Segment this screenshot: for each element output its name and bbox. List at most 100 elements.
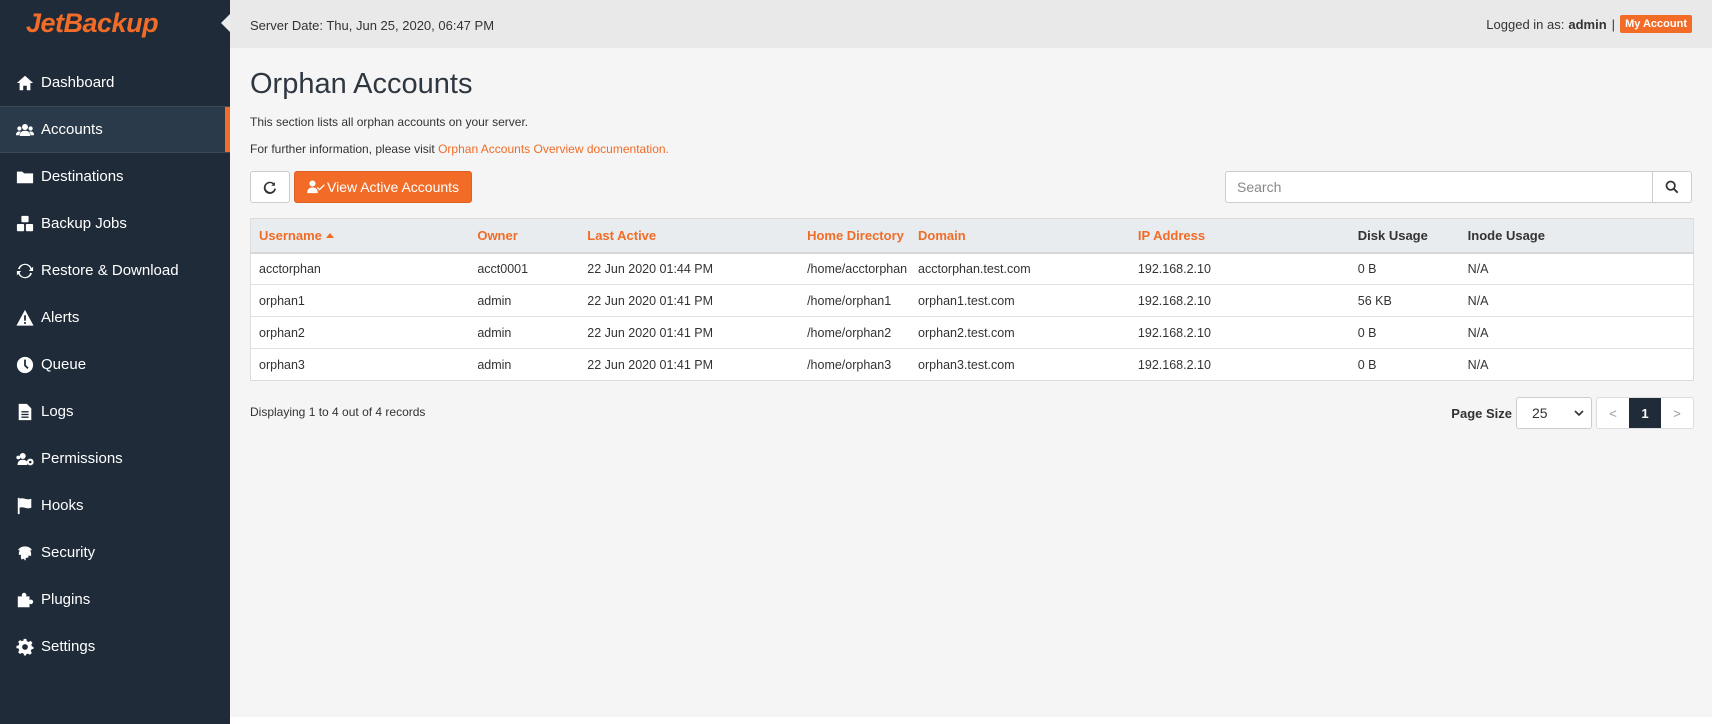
cell-last-active: 22 Jun 2020 01:41 PM [579, 348, 800, 381]
cell-ip-address: 192.168.2.10 [1129, 316, 1350, 349]
cell-last-active: 22 Jun 2020 01:41 PM [579, 284, 800, 317]
sidebar-item-label: Hooks [41, 497, 84, 514]
column-header-last-active[interactable]: Last Active [579, 219, 799, 253]
sidebar-collapse-arrow-icon[interactable] [221, 14, 230, 32]
sidebar-item-label: Restore & Download [41, 262, 179, 279]
sidebar-item-settings[interactable]: Settings [0, 623, 230, 670]
table-row[interactable]: orphan3 admin 22 Jun 2020 01:41 PM /home… [250, 348, 1694, 381]
cell-disk-usage: 56 KB [1349, 284, 1460, 317]
table-row[interactable]: orphan1 admin 22 Jun 2020 01:41 PM /home… [250, 284, 1694, 317]
app-root: JetBackup Dashboard Accounts Destination… [0, 0, 1712, 724]
page-body: Orphan Accounts This section lists all o… [230, 48, 1712, 429]
gear-icon [15, 637, 35, 657]
search-button[interactable] [1653, 171, 1692, 203]
sidebar-item-queue[interactable]: Queue [0, 341, 230, 388]
records-count: Displaying 1 to 4 out of 4 records [250, 405, 426, 419]
search-box [1225, 171, 1692, 203]
sidebar-item-label: Alerts [41, 309, 80, 326]
cell-home-directory: /home/orphan2 [799, 316, 911, 349]
toolbar-left: View Active Accounts [250, 171, 473, 203]
cell-home-directory: /home/orphan3 [799, 348, 911, 381]
sidebar-item-alerts[interactable]: Alerts [0, 294, 230, 341]
cell-domain: orphan3.test.com [910, 348, 1130, 381]
cell-disk-usage: 0 B [1349, 252, 1460, 285]
sidebar-item-label: Dashboard [41, 74, 115, 91]
documentation-link[interactable]: Orphan Accounts Overview documentation. [438, 142, 669, 156]
main-content: Server Date: Thu, Jun 25, 2020, 06:47 PM… [230, 0, 1712, 717]
sidebar-item-logs[interactable]: Logs [0, 388, 230, 435]
table-row[interactable]: orphan2 admin 22 Jun 2020 01:41 PM /home… [250, 316, 1694, 349]
sidebar-item-dashboard[interactable]: Dashboard [0, 59, 230, 106]
cell-disk-usage: 0 B [1349, 348, 1460, 381]
refresh-icon [263, 181, 276, 194]
column-header-disk-usage: Disk Usage [1357, 227, 1428, 243]
view-active-accounts-label: View Active Accounts [327, 179, 460, 195]
page-info: For further information, please visit Or… [250, 142, 1692, 156]
sidebar-item-backup-jobs[interactable]: Backup Jobs [0, 200, 230, 247]
cell-username: orphan1 [250, 284, 470, 317]
cell-ip-address: 192.168.2.10 [1129, 284, 1350, 317]
pagination: Page Size 25 < 1 > [1451, 397, 1694, 429]
column-header-owner[interactable]: Owner [469, 219, 579, 253]
cell-domain: orphan2.test.com [910, 316, 1130, 349]
page-size-value: 25 [1532, 405, 1548, 421]
table-header-row: Username Owner Last Active Home Director… [250, 218, 1694, 253]
cell-inode-usage: N/A [1459, 316, 1694, 349]
toolbar: View Active Accounts [250, 171, 1692, 203]
cell-inode-usage: N/A [1459, 284, 1694, 317]
page-size-label: Page Size [1451, 405, 1512, 421]
sidebar-item-restore-download[interactable]: Restore & Download [0, 247, 230, 294]
sidebar-item-label: Plugins [41, 591, 91, 608]
sidebar-item-label: Backup Jobs [41, 215, 127, 232]
view-active-accounts-button[interactable]: View Active Accounts [294, 171, 473, 203]
sidebar-item-label: Destinations [41, 168, 124, 185]
file-icon [15, 402, 35, 422]
table-footer: Displaying 1 to 4 out of 4 records Page … [250, 397, 1694, 429]
user-check-icon [307, 180, 325, 194]
my-account-button[interactable]: My Account [1620, 15, 1692, 33]
sidebar-item-accounts[interactable]: Accounts [0, 106, 230, 153]
column-header-domain[interactable]: Domain [910, 219, 1130, 253]
search-input[interactable] [1225, 171, 1653, 203]
cell-domain: acctorphan.test.com [910, 252, 1130, 285]
sidebar-item-hooks[interactable]: Hooks [0, 482, 230, 529]
logged-in-username: admin [1568, 16, 1607, 32]
orphan-accounts-table: Username Owner Last Active Home Director… [250, 218, 1694, 381]
logo[interactable]: JetBackup [0, 0, 230, 46]
table-row[interactable]: acctorphan acct0001 22 Jun 2020 01:44 PM… [250, 252, 1694, 285]
page-size-select[interactable]: 25 [1516, 397, 1592, 429]
logo-text: JetBackup [26, 7, 159, 38]
column-header-home-directory[interactable]: Home Directory [799, 219, 910, 253]
cell-owner: acct0001 [469, 252, 580, 285]
next-page-button[interactable]: > [1661, 398, 1693, 428]
folder-icon [15, 167, 35, 187]
column-header-username[interactable]: Username [251, 219, 470, 253]
sidebar: JetBackup Dashboard Accounts Destination… [0, 0, 230, 724]
sidebar-item-label: Permissions [41, 450, 123, 467]
column-header-inode-usage: Inode Usage [1467, 227, 1545, 243]
cell-home-directory: /home/acctorphan [799, 252, 911, 285]
sync-icon [15, 261, 35, 281]
sidebar-item-security[interactable]: Security [0, 529, 230, 576]
cell-disk-usage: 0 B [1349, 316, 1460, 349]
sidebar-nav: Dashboard Accounts Destinations Backup J… [0, 59, 230, 670]
cell-domain: orphan1.test.com [910, 284, 1130, 317]
page-description: This section lists all orphan accounts o… [250, 115, 529, 129]
users-icon [15, 120, 35, 140]
sidebar-item-destinations[interactable]: Destinations [0, 153, 230, 200]
cubes-icon [15, 214, 35, 234]
search-icon [1665, 180, 1679, 194]
cell-last-active: 22 Jun 2020 01:41 PM [579, 316, 800, 349]
prev-page-button[interactable]: < [1597, 398, 1629, 428]
cell-inode-usage: N/A [1459, 348, 1694, 381]
separator: | [1611, 16, 1616, 32]
refresh-button[interactable] [250, 171, 290, 203]
sidebar-item-label: Accounts [41, 121, 103, 138]
page-1-button[interactable]: 1 [1629, 398, 1661, 428]
cell-owner: admin [469, 284, 580, 317]
sidebar-item-permissions[interactable]: Permissions [0, 435, 230, 482]
sidebar-item-plugins[interactable]: Plugins [0, 576, 230, 623]
cell-username: orphan2 [250, 316, 470, 349]
cell-inode-usage: N/A [1459, 252, 1694, 285]
column-header-ip-address[interactable]: IP Address [1130, 219, 1350, 253]
